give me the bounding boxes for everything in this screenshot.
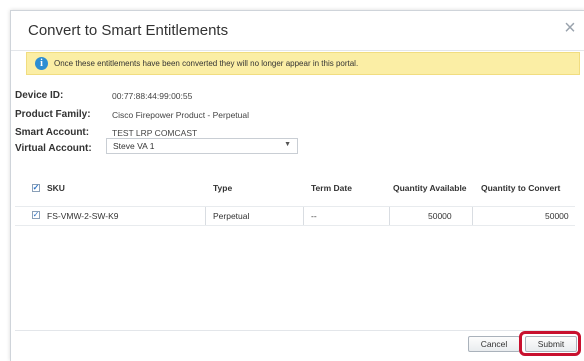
close-icon[interactable]: × [561,18,579,38]
info-banner: i Once these entitlements have been conv… [26,52,580,75]
virtual-account-label: Virtual Account: [15,143,92,154]
column-divider [303,207,304,225]
row-checkbox[interactable]: ✓ [32,211,40,219]
column-header-sku: SKU [47,183,65,193]
chevron-down-icon: ▼ [284,141,291,148]
row-term-date: -- [311,211,317,221]
column-divider [205,207,206,225]
column-header-quantity-to-convert: Quantity to Convert [481,183,561,193]
virtual-account-select[interactable]: Steve VA 1 ▼ [106,138,298,154]
banner-text: Once these entitlements have been conver… [54,59,359,68]
smart-account-value: TEST LRP COMCAST [112,128,198,138]
column-divider [472,207,473,225]
virtual-account-selected: Steve VA 1 [113,141,155,151]
select-all-checkbox[interactable]: ✓ [32,184,40,192]
column-header-term-date: Term Date [311,183,352,193]
smart-account-label: Smart Account: [15,127,90,138]
device-id-value: 00:77:88:44:99:00:55 [112,91,193,101]
row-type: Perpetual [213,211,250,221]
info-icon: i [35,57,48,70]
row-sku: FS-VMW-2-SW-K9 [47,211,119,221]
column-divider [389,207,390,225]
device-id-label: Device ID: [15,90,64,101]
dialog-header: Convert to Smart Entitlements × [11,11,584,51]
row-quantity-to-convert[interactable]: 50000 [545,211,569,221]
cancel-button[interactable]: Cancel [468,336,520,352]
submit-highlight [519,331,581,356]
row-quantity-available: 50000 [428,211,452,221]
dialog-title: Convert to Smart Entitlements [28,22,229,39]
footer-divider [15,330,575,331]
table-row: ✓ FS-VMW-2-SW-K9 Perpetual -- 50000 5000… [15,206,575,226]
product-family-label: Product Family: [15,109,91,120]
column-header-type: Type [213,183,233,193]
table-header: ✓ SKU Type Term Date Quantity Available … [15,180,575,196]
product-family-value: Cisco Firepower Product - Perpetual [112,110,250,120]
column-header-quantity-available: Quantity Available [393,183,467,193]
